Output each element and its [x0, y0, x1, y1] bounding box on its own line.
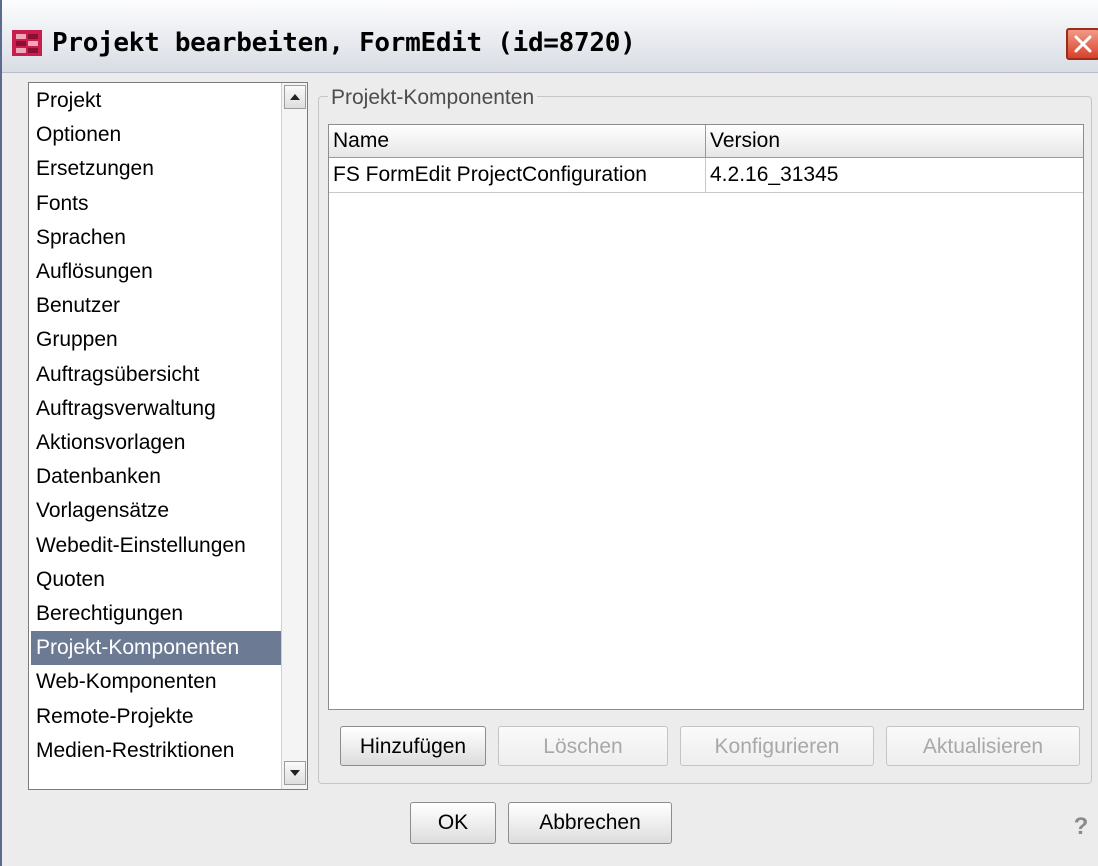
delete-button[interactable]: Löschen — [498, 726, 668, 766]
window-title: Projekt bearbeiten, FormEdit (id=8720) — [52, 28, 636, 58]
sidebar-item-berechtigungen[interactable]: Berechtigungen — [31, 597, 281, 631]
sidebar-item-aktionsvorlagen[interactable]: Aktionsvorlagen — [31, 426, 281, 460]
sidebar-item-webedit-einstellungen[interactable]: Webedit-Einstellungen — [31, 529, 281, 563]
close-icon — [1074, 35, 1092, 53]
sidebar-item-auftrags-bersicht[interactable]: Auftragsübersicht — [31, 358, 281, 392]
sidebar-item-aufl-sungen[interactable]: Auflösungen — [31, 255, 281, 289]
ok-button[interactable]: OK — [410, 802, 496, 844]
components-table[interactable]: Name Version FS FormEdit ProjectConfigur… — [328, 124, 1084, 710]
sidebar-item-optionen[interactable]: Optionen — [31, 118, 281, 152]
title-bar[interactable]: Projekt bearbeiten, FormEdit (id=8720) — [2, 0, 1098, 73]
cell-name: FS FormEdit ProjectConfiguration — [329, 158, 706, 192]
sidebar-item-auftragsverwaltung[interactable]: Auftragsverwaltung — [31, 392, 281, 426]
scroll-down-button[interactable] — [284, 761, 306, 785]
update-button[interactable]: Aktualisieren — [886, 726, 1080, 766]
column-header-name[interactable]: Name — [329, 125, 706, 157]
sidebar-item-ersetzungen[interactable]: Ersetzungen — [31, 152, 281, 186]
sidebar-item-gruppen[interactable]: Gruppen — [31, 323, 281, 357]
cancel-button[interactable]: Abbrechen — [508, 802, 672, 844]
sidebar-item-projekt[interactable]: Projekt — [31, 84, 281, 118]
category-list[interactable]: Projekt Optionen Ersetzungen Fonts Sprachen A… — [28, 82, 308, 790]
sidebar-item-quoten[interactable]: Quoten — [31, 563, 281, 597]
sidebar-item-web-komponenten[interactable]: Web-Komponenten — [31, 665, 281, 699]
sidebar-item-remote-projekte[interactable]: Remote-Projekte — [31, 700, 281, 734]
column-header-version[interactable]: Version — [706, 125, 1083, 157]
group-legend: Projekt-Komponenten — [328, 86, 538, 110]
table-header: Name Version — [329, 125, 1083, 158]
sidebar-item-medien-restriktionen[interactable]: Medien-Restriktionen — [31, 734, 281, 768]
table-row[interactable]: FS FormEdit ProjectConfiguration 4.2.16_… — [329, 158, 1083, 193]
add-button[interactable]: Hinzufügen — [340, 726, 486, 766]
arrow-down-icon — [290, 770, 300, 776]
close-button[interactable] — [1066, 28, 1098, 60]
sidebar-item-datenbanken[interactable]: Datenbanken — [31, 460, 281, 494]
configure-button[interactable]: Konfigurieren — [680, 726, 874, 766]
sidebar-item-projekt-komponenten[interactable]: Projekt-Komponenten — [31, 631, 281, 666]
project-edit-dialog: Projekt bearbeiten, FormEdit (id=8720) P… — [0, 0, 1098, 866]
help-button[interactable]: ? — [1068, 812, 1094, 842]
arrow-up-icon — [290, 94, 300, 100]
scroll-up-button[interactable] — [284, 85, 306, 109]
cell-version: 4.2.16_31345 — [710, 163, 839, 186]
category-list-scrollbar[interactable] — [281, 83, 307, 789]
sidebar-item-fonts[interactable]: Fonts — [31, 187, 281, 221]
sidebar-item-vorlagens-tze[interactable]: Vorlagensätze — [31, 494, 281, 528]
sidebar-item-benutzer[interactable]: Benutzer — [31, 289, 281, 323]
app-logo-icon — [12, 30, 42, 56]
sidebar-item-sprachen[interactable]: Sprachen — [31, 221, 281, 255]
